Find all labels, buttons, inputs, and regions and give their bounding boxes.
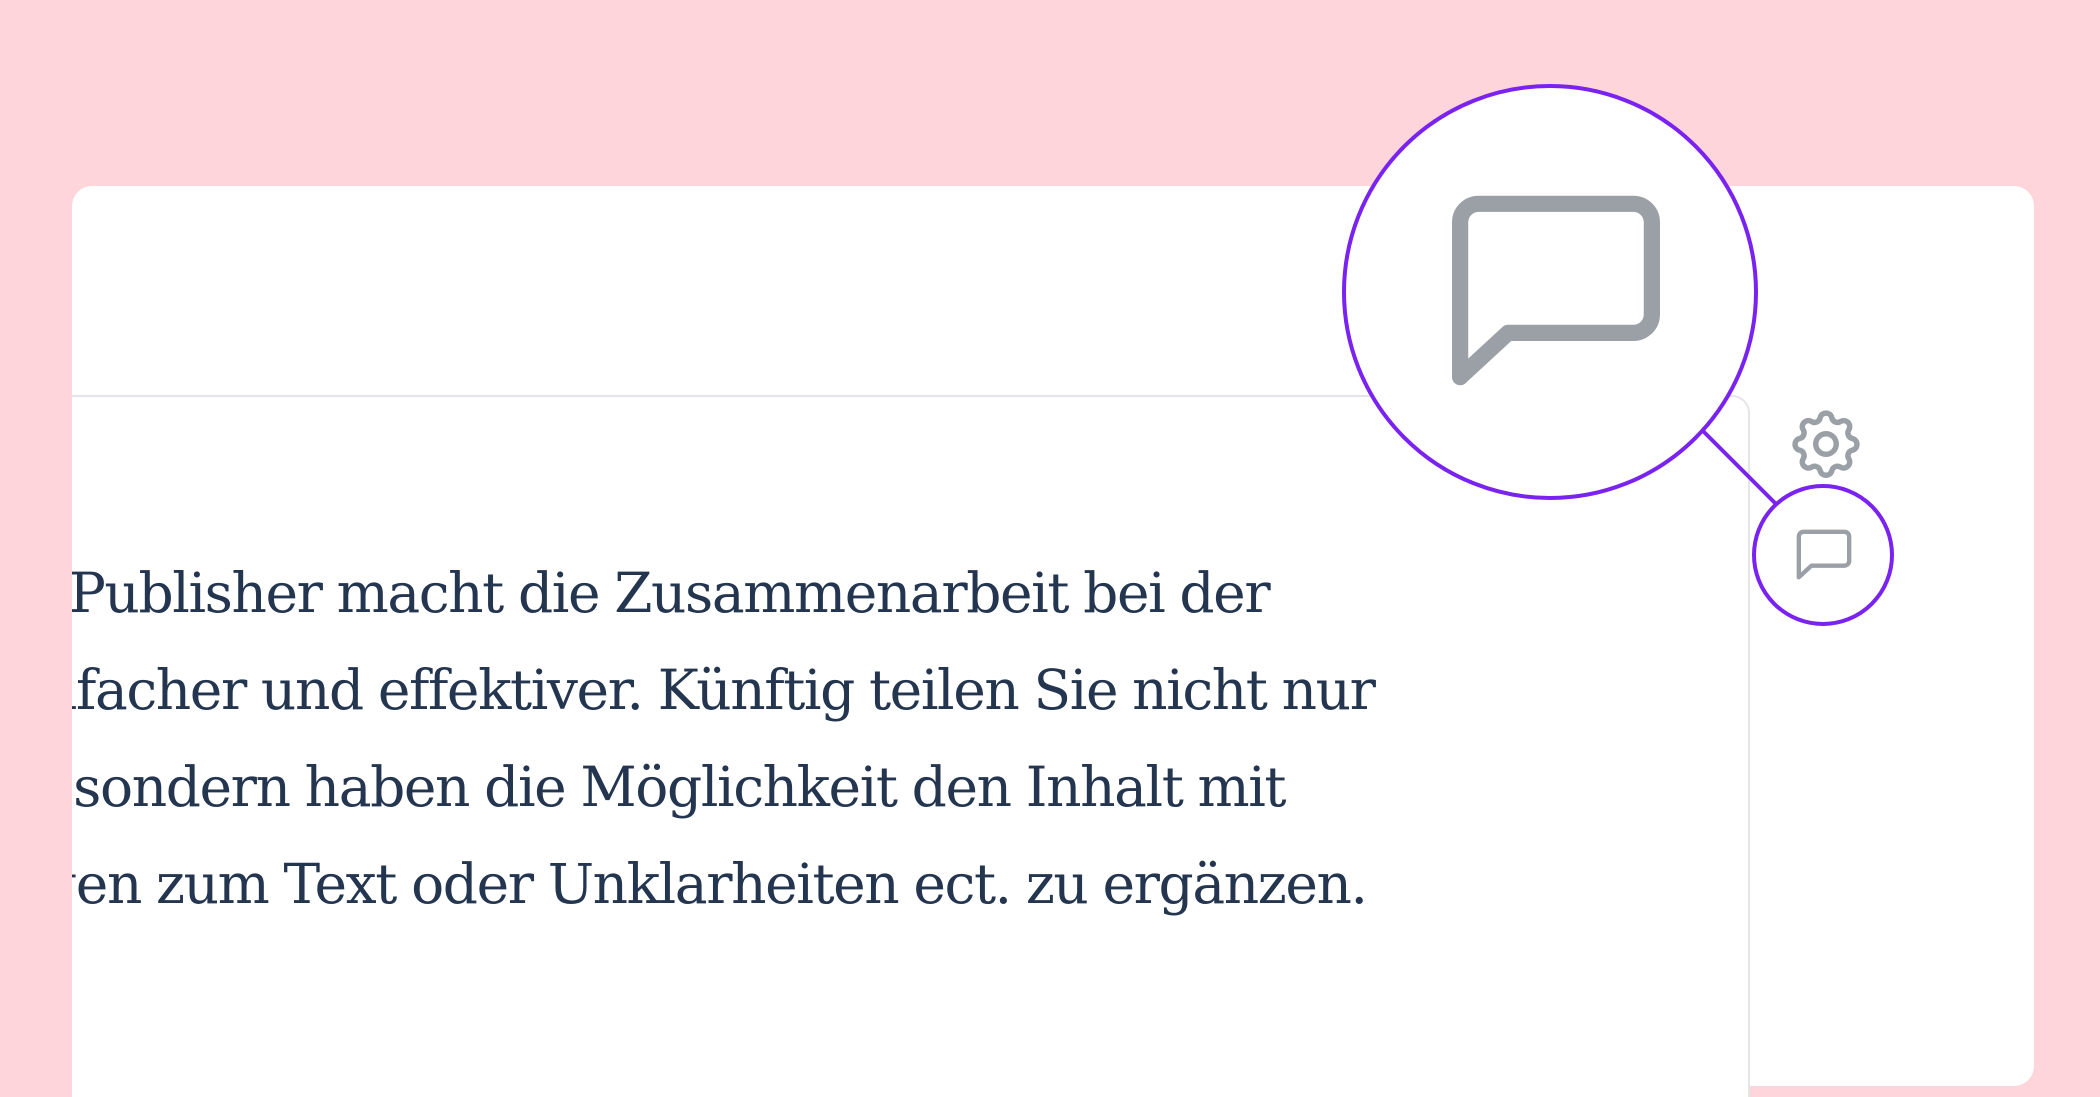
paragraph-line: gen zum Text oder Unklarheiten ect. zu e…: [72, 852, 1368, 916]
paragraph-line: sPublisher macht die Zusammenarbeit bei …: [72, 561, 1271, 625]
paragraph-line: nfacher und effektiver. Künftig teilen S…: [72, 658, 1376, 722]
editor-text-area[interactable]: sPublisher macht die Zusammenarbeit bei …: [72, 545, 1632, 945]
comment-icon-magnified: [1438, 178, 1674, 414]
paragraph: sPublisher macht die Zusammenarbeit bei …: [72, 545, 1376, 933]
gear-icon[interactable]: [1785, 403, 1867, 485]
paragraph-line: , sondern haben die Möglichkeit den Inha…: [72, 755, 1287, 819]
comment-icon[interactable]: [1793, 525, 1855, 587]
